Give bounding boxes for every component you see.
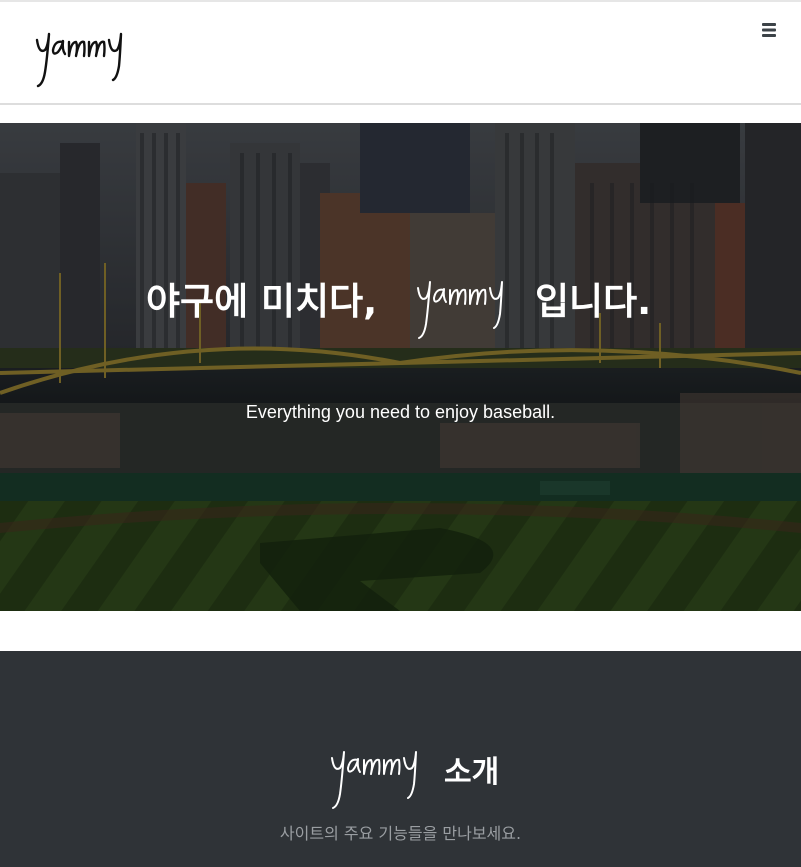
menu-toggle-button[interactable] [760, 21, 780, 39]
hero-headline-after: 입니다. [535, 280, 652, 323]
stadium-background-image [0, 123, 801, 611]
hero-headline-before: 야구에 미치다, [146, 280, 378, 323]
hero-script-logo [417, 281, 503, 339]
brand-logo [35, 32, 123, 88]
hero-subtitle: Everything you need to enjoy baseball. [245, 402, 556, 422]
hamburger-menu-icon [762, 23, 776, 37]
about-title: 소개 [444, 755, 500, 790]
hero-headline [0, 268, 801, 348]
brand-logo-link[interactable] [33, 20, 129, 92]
hero-section [0, 123, 801, 611]
about-script-logo [331, 751, 417, 809]
about-subtitle: 사이트의 주요 기능들을 만나보세요. [279, 824, 522, 843]
navbar [0, 0, 801, 105]
